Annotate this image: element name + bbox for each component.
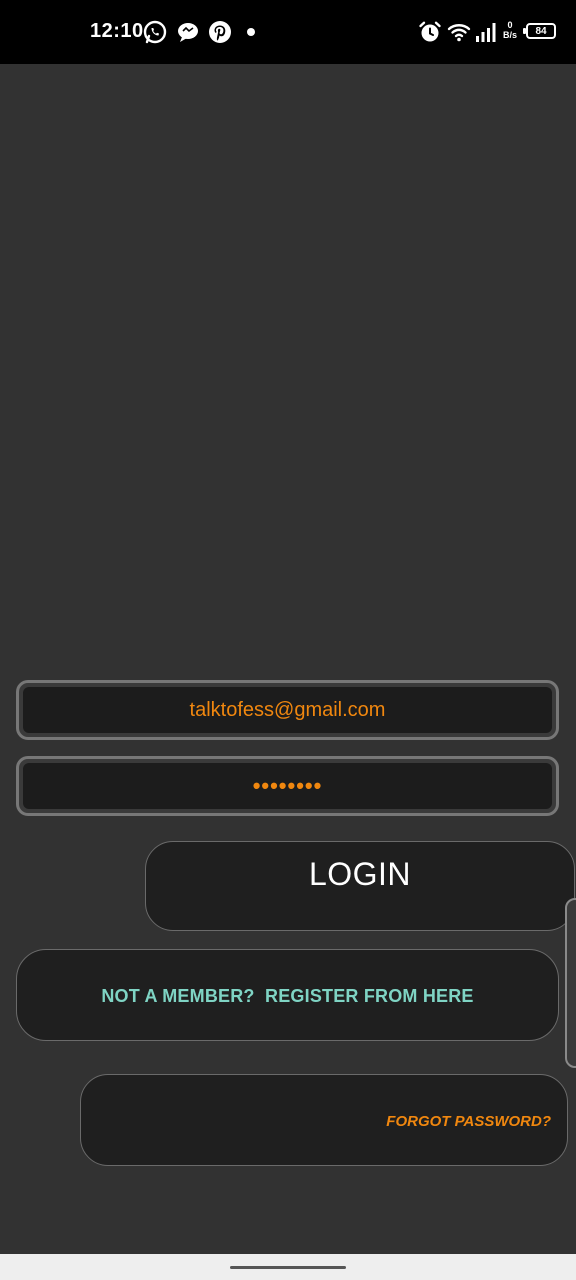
chat-bubble-icon	[178, 23, 198, 42]
status-bar: 12:10 0 B/s 84	[0, 0, 576, 64]
wifi-icon	[447, 24, 471, 42]
battery-level: 84	[535, 25, 547, 37]
notification-dot	[247, 28, 255, 36]
email-field[interactable]	[23, 698, 552, 722]
net-speed-unit: B/s	[502, 30, 517, 40]
password-field-container	[16, 756, 559, 816]
navigation-bar	[0, 1254, 576, 1280]
whatsapp-icon	[143, 20, 167, 44]
status-time: 12:10	[90, 20, 144, 42]
net-speed: 0 B/s	[500, 20, 520, 40]
login-button-label: LOGIN	[308, 856, 412, 892]
battery-icon: 84	[523, 23, 556, 39]
forgot-password-button[interactable]: FORGOT PASSWORD?	[80, 1074, 568, 1166]
email-field-box	[23, 687, 552, 733]
password-field-box	[23, 763, 552, 809]
alarm-icon	[419, 21, 441, 42]
home-gesture-handle[interactable]	[230, 1266, 346, 1269]
password-field[interactable]	[23, 773, 552, 799]
pinterest-icon	[209, 21, 231, 43]
email-field-container	[16, 680, 559, 740]
edge-scroll-handle[interactable]	[565, 898, 576, 1068]
login-button[interactable]: LOGIN	[145, 841, 575, 931]
forgot-password-label: FORGOT PASSWORD?	[386, 1113, 551, 1130]
signal-icon	[476, 23, 496, 42]
register-button-label: NOT A MEMBER? REGISTER FROM HERE	[101, 986, 474, 1006]
register-button[interactable]: NOT A MEMBER? REGISTER FROM HERE	[16, 949, 559, 1041]
net-speed-value: 0	[507, 20, 513, 30]
